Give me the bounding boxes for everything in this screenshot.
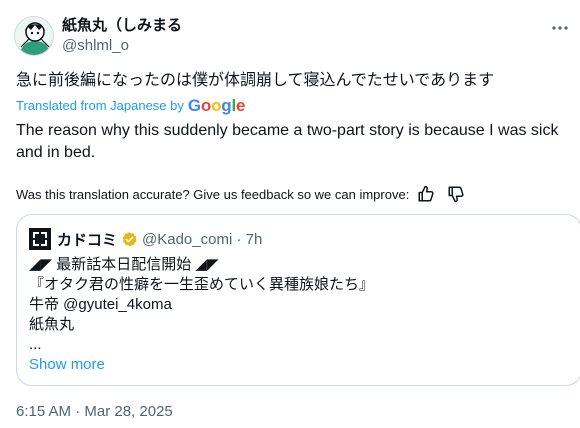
post-author-header: 紙魚丸（しみまる @shlml_o	[14, 14, 182, 58]
quoted-line: ...	[29, 336, 42, 353]
quoted-post-card[interactable]: カドコミ @Kado_comi · 7h ◢◤ 最新話本日配信開始 ◢◤ 『オタ…	[16, 214, 580, 386]
translated-from-link[interactable]: Translated from Japanese by Google	[16, 97, 245, 115]
more-icon	[552, 26, 568, 30]
translation-feedback-row: Was this translation accurate? Give us f…	[16, 182, 469, 206]
quoted-line: 『オタク君の性癖を一生歪めていく異種族娘たち』	[29, 276, 375, 293]
more-options-button[interactable]	[546, 14, 574, 42]
post-timestamp[interactable]: 6:15 AM · Mar 28, 2025	[16, 402, 173, 422]
post-translation-text: The reason why this suddenly became a tw…	[16, 122, 559, 161]
quoted-line: 牛帝 @gyutei_4koma	[29, 296, 172, 313]
quoted-line: ◢◤ 最新話本日配信開始 ◢◤	[29, 256, 219, 273]
quoted-post-body: ◢◤ 最新話本日配信開始 ◢◤ 『オタク君の性癖を一生歪めていく異種族娘たち』 …	[29, 255, 374, 355]
thumbs-up-icon[interactable]	[413, 182, 439, 206]
google-logo: Google	[187, 96, 246, 115]
translated-from-label: Translated from Japanese by	[16, 98, 184, 113]
thumbs-down-icon[interactable]	[443, 182, 469, 206]
post-original-text: 急に前後編になったのは僕が体調崩して寝込んでたせいであります	[16, 72, 495, 89]
show-more-link[interactable]: Show more	[29, 355, 105, 375]
verified-badge-icon	[121, 231, 138, 248]
feedback-prompt: Was this translation accurate? Give us f…	[16, 186, 410, 202]
quoted-post-header: カドコミ @Kado_comi · 7h	[29, 227, 262, 251]
quoted-line: 紙魚丸	[29, 316, 75, 333]
author-handle[interactable]: @shlml_o	[62, 36, 182, 56]
quoted-author-avatar[interactable]	[29, 228, 51, 250]
quoted-author-handle-time[interactable]: @Kado_comi · 7h	[142, 231, 262, 248]
author-display-name[interactable]: 紙魚丸（しみまる	[62, 16, 182, 36]
author-avatar[interactable]	[14, 16, 54, 56]
quoted-author-name[interactable]: カドコミ	[57, 229, 117, 250]
